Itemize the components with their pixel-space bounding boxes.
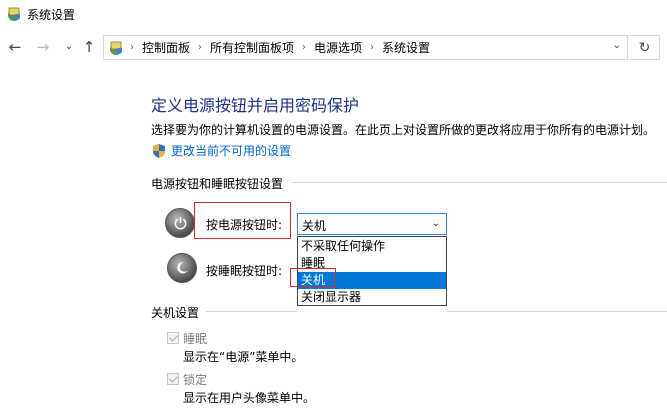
up-arrow-icon[interactable]: ↑: [80, 38, 98, 56]
section-divider: [447, 311, 667, 312]
sleep-option-description: 显示在“电源”菜单中。: [183, 350, 304, 364]
section-divider: [292, 182, 667, 183]
sleep-menu-checkbox[interactable]: [167, 332, 179, 344]
lock-option-label: 锁定: [183, 373, 208, 387]
recent-locations-chevron-icon[interactable]: ⌄: [60, 38, 78, 56]
power-symbol-icon: [174, 216, 187, 230]
shutdown-option-highlight: [290, 268, 336, 287]
breadcrumb: › 控制面板 › 所有控制面板项 › 电源选项 › 系统设置: [130, 36, 430, 59]
window-title: 系统设置: [27, 8, 76, 22]
section-divider: [206, 311, 297, 312]
sleep-button-icon: [167, 253, 197, 283]
address-bar[interactable]: › 控制面板 › 所有控制面板项 › 电源选项 › 系统设置 ⌄: [103, 35, 628, 60]
title-bar: 系统设置: [0, 0, 667, 28]
refresh-icon[interactable]: ↻: [630, 35, 660, 60]
address-dropdown-chevron-icon[interactable]: ⌄: [613, 40, 621, 51]
power-button-selected-value: 关机: [302, 219, 327, 233]
breadcrumb-separator-icon: ›: [130, 42, 134, 53]
power-buttons-section-header: 电源按钮和睡眠按钮设置: [151, 177, 284, 191]
navigation-bar: ← → ⌄ ↑ › 控制面板 › 所有控制面板项 › 电源选项 › 系统设置 ⌄…: [0, 28, 667, 68]
breadcrumb-item-all-items[interactable]: 所有控制面板项: [210, 39, 294, 56]
control-panel-icon: [8, 7, 20, 21]
page-title: 定义电源按钮并启用密码保护: [151, 96, 360, 115]
control-panel-icon: [110, 41, 122, 55]
breadcrumb-item-system-settings[interactable]: 系统设置: [382, 39, 430, 56]
chevron-down-icon[interactable]: ⌄: [432, 218, 440, 229]
power-button-action-select[interactable]: 关机 ⌄: [297, 213, 447, 235]
breadcrumb-item-power-options[interactable]: 电源选项: [314, 39, 362, 56]
breadcrumb-separator-icon[interactable]: ›: [370, 42, 374, 53]
moon-icon: [177, 262, 189, 274]
sleep-option-label: 睡眠: [183, 332, 208, 346]
lock-menu-checkbox[interactable]: [167, 373, 179, 385]
page-description: 选择要为你的计算机设置的电源设置。在此页上对设置所做的更改将应用于你所有的电源计…: [151, 123, 656, 137]
breadcrumb-separator-icon[interactable]: ›: [302, 42, 306, 53]
dropdown-option-turn-off-display[interactable]: 关闭显示器: [298, 289, 446, 306]
change-unavailable-settings-link[interactable]: 更改当前不可用的设置: [171, 142, 291, 159]
breadcrumb-separator-icon[interactable]: ›: [198, 42, 202, 53]
back-arrow-icon[interactable]: ←: [6, 38, 24, 56]
lock-option-description: 显示在用户头像菜单中。: [183, 391, 316, 405]
uac-shield-icon: [153, 143, 165, 158]
dropdown-option-do-nothing[interactable]: 不采取任何操作: [298, 238, 446, 255]
change-settings-link-row[interactable]: 更改当前不可用的设置: [151, 142, 291, 159]
power-button-icon: [165, 208, 195, 238]
shutdown-section-header: 关机设置: [151, 306, 200, 320]
sleep-button-label: 按睡眠按钮时:: [206, 264, 283, 278]
power-button-label: 按电源按钮时:: [206, 218, 283, 232]
breadcrumb-item-control-panel[interactable]: 控制面板: [142, 39, 190, 56]
forward-arrow-icon[interactable]: →: [34, 38, 52, 56]
